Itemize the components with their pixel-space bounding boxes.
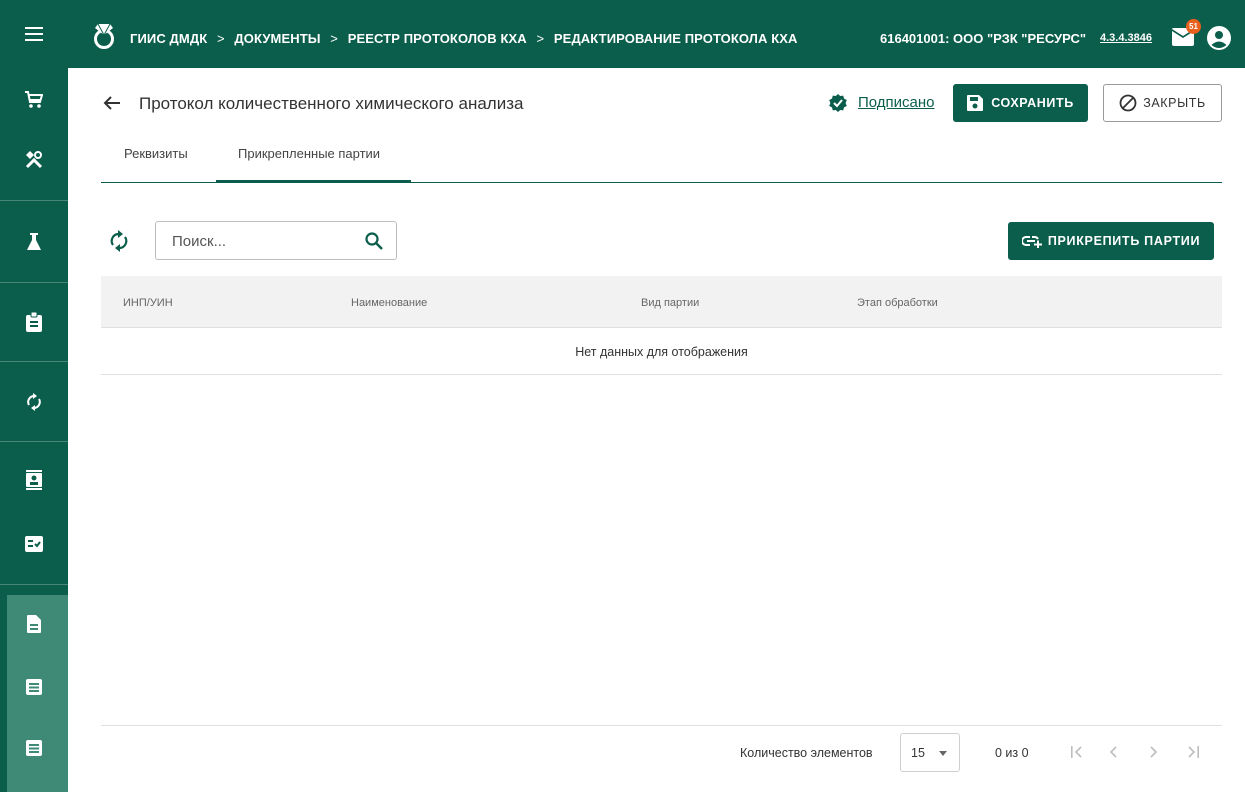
- column-header-inp[interactable]: ИНП/УИН: [123, 297, 173, 309]
- tabs-divider: [101, 182, 1222, 183]
- list-icon: [26, 679, 42, 695]
- first-page-button[interactable]: [1067, 742, 1087, 762]
- sidebar: [0, 68, 68, 792]
- column-header-batch-type[interactable]: Вид партии: [641, 297, 699, 309]
- attach-batches-label: ПРИКРЕПИТЬ ПАРТИИ: [1047, 234, 1201, 248]
- page-size-label: Количество элементов: [740, 746, 873, 760]
- search-field: [155, 221, 397, 260]
- clipboard-icon: [26, 312, 42, 332]
- organization-name: 616401001: ООО "РЗК "РЕСУРС": [880, 31, 1087, 46]
- user-account-icon[interactable]: [1207, 26, 1231, 50]
- breadcrumb-item-root[interactable]: ГИИС ДМДК: [130, 31, 207, 46]
- next-page-button[interactable]: [1143, 742, 1163, 762]
- page-title: Протокол количественного химического ана…: [139, 94, 524, 113]
- breadcrumb-separator-icon: >: [216, 31, 225, 46]
- column-header-name[interactable]: Наименование: [351, 297, 427, 309]
- footer-divider: [101, 725, 1222, 726]
- sidebar-item-checklist[interactable]: [0, 516, 68, 572]
- close-button-label: ЗАКРЫТЬ: [1143, 96, 1206, 110]
- breadcrumb-separator-icon: >: [536, 31, 545, 46]
- page-size-value: 15: [911, 746, 925, 760]
- sidebar-divider: [0, 282, 68, 283]
- last-page-icon: [1188, 746, 1199, 758]
- cart-icon: [25, 91, 43, 108]
- sidebar-item-cart[interactable]: [0, 72, 68, 128]
- sidebar-item-exchange[interactable]: [0, 374, 68, 430]
- refresh-icon[interactable]: [108, 230, 130, 252]
- table-header: ИНП/УИН Наименование Вид партии Этап обр…: [101, 276, 1222, 328]
- attach-batches-button[interactable]: ПРИКРЕПИТЬ ПАРТИИ: [1008, 222, 1214, 260]
- back-arrow-icon[interactable]: [102, 93, 122, 113]
- sidebar-item-list[interactable]: [0, 659, 68, 715]
- dropdown-arrow-icon: [939, 751, 947, 756]
- menu-button[interactable]: [0, 0, 68, 68]
- sidebar-divider: [0, 441, 68, 442]
- breadcrumb-item-documents[interactable]: ДОКУМЕНТЫ: [234, 31, 320, 46]
- breadcrumb-item-registry[interactable]: РЕЕСТР ПРОТОКОЛОВ КХА: [348, 31, 527, 46]
- page-size-select[interactable]: 15: [900, 733, 960, 772]
- sidebar-divider: [0, 361, 68, 362]
- checklist-icon: [25, 536, 43, 552]
- last-page-button[interactable]: [1183, 742, 1203, 762]
- verified-badge-icon: [829, 94, 847, 112]
- document-icon: [27, 615, 41, 633]
- breadcrumb-separator-icon: >: [330, 31, 338, 46]
- tab-attached-batches[interactable]: Прикрепленные партии: [238, 146, 380, 161]
- breadcrumb: ГИИС ДМДК > ДОКУМЕНТЫ > РЕЕСТР ПРОТОКОЛО…: [130, 31, 798, 46]
- previous-page-button[interactable]: [1104, 742, 1124, 762]
- sidebar-item-lab[interactable]: [0, 214, 68, 270]
- empty-state-text: Нет данных для отображения: [575, 345, 748, 359]
- breadcrumb-item-current: РЕДАКТИРОВАНИЕ ПРОТОКОЛА КХА: [553, 31, 798, 46]
- first-page-icon: [1071, 746, 1082, 758]
- menu-icon: [25, 27, 43, 41]
- close-button[interactable]: ЗАКРЫТЬ: [1103, 84, 1222, 122]
- logo-icon[interactable]: [92, 22, 116, 50]
- signed-status-link[interactable]: Подписано: [858, 94, 935, 111]
- sidebar-item-contacts[interactable]: [0, 452, 68, 508]
- sidebar-divider: [0, 200, 68, 201]
- search-icon[interactable]: [364, 231, 384, 251]
- save-button[interactable]: СОХРАНИТЬ: [953, 84, 1088, 122]
- floppy-disk-icon: [967, 95, 984, 111]
- sidebar-divider: [0, 584, 68, 585]
- contact-card-icon: [26, 470, 42, 490]
- cancel-circle-icon: [1119, 94, 1137, 112]
- sidebar-item-documents[interactable]: [0, 294, 68, 350]
- sidebar-item-tools[interactable]: [0, 132, 68, 188]
- version-link[interactable]: 4.3.4.3846: [1100, 32, 1152, 44]
- table-empty-row: Нет данных для отображения: [101, 329, 1222, 375]
- sidebar-item-document[interactable]: [0, 596, 68, 652]
- mail-badge: 51: [1186, 19, 1201, 34]
- search-input[interactable]: [172, 231, 362, 251]
- column-header-processing-stage[interactable]: Этап обработки: [857, 297, 938, 309]
- list-icon: [26, 740, 42, 756]
- tools-icon: [25, 151, 43, 169]
- link-add-icon: [1021, 236, 1042, 248]
- save-button-label: СОХРАНИТЬ: [991, 96, 1074, 110]
- tab-requisites[interactable]: Реквизиты: [124, 146, 188, 161]
- sidebar-item-list-2[interactable]: [0, 720, 68, 776]
- page-range: 0 из 0: [995, 746, 1029, 760]
- chevron-left-icon: [1109, 746, 1117, 758]
- top-bar: ГИИС ДМДК > ДОКУМЕНТЫ > РЕЕСТР ПРОТОКОЛО…: [0, 0, 1245, 68]
- flask-icon: [27, 233, 41, 250]
- chevron-right-icon: [1150, 746, 1158, 758]
- sync-icon: [27, 393, 41, 411]
